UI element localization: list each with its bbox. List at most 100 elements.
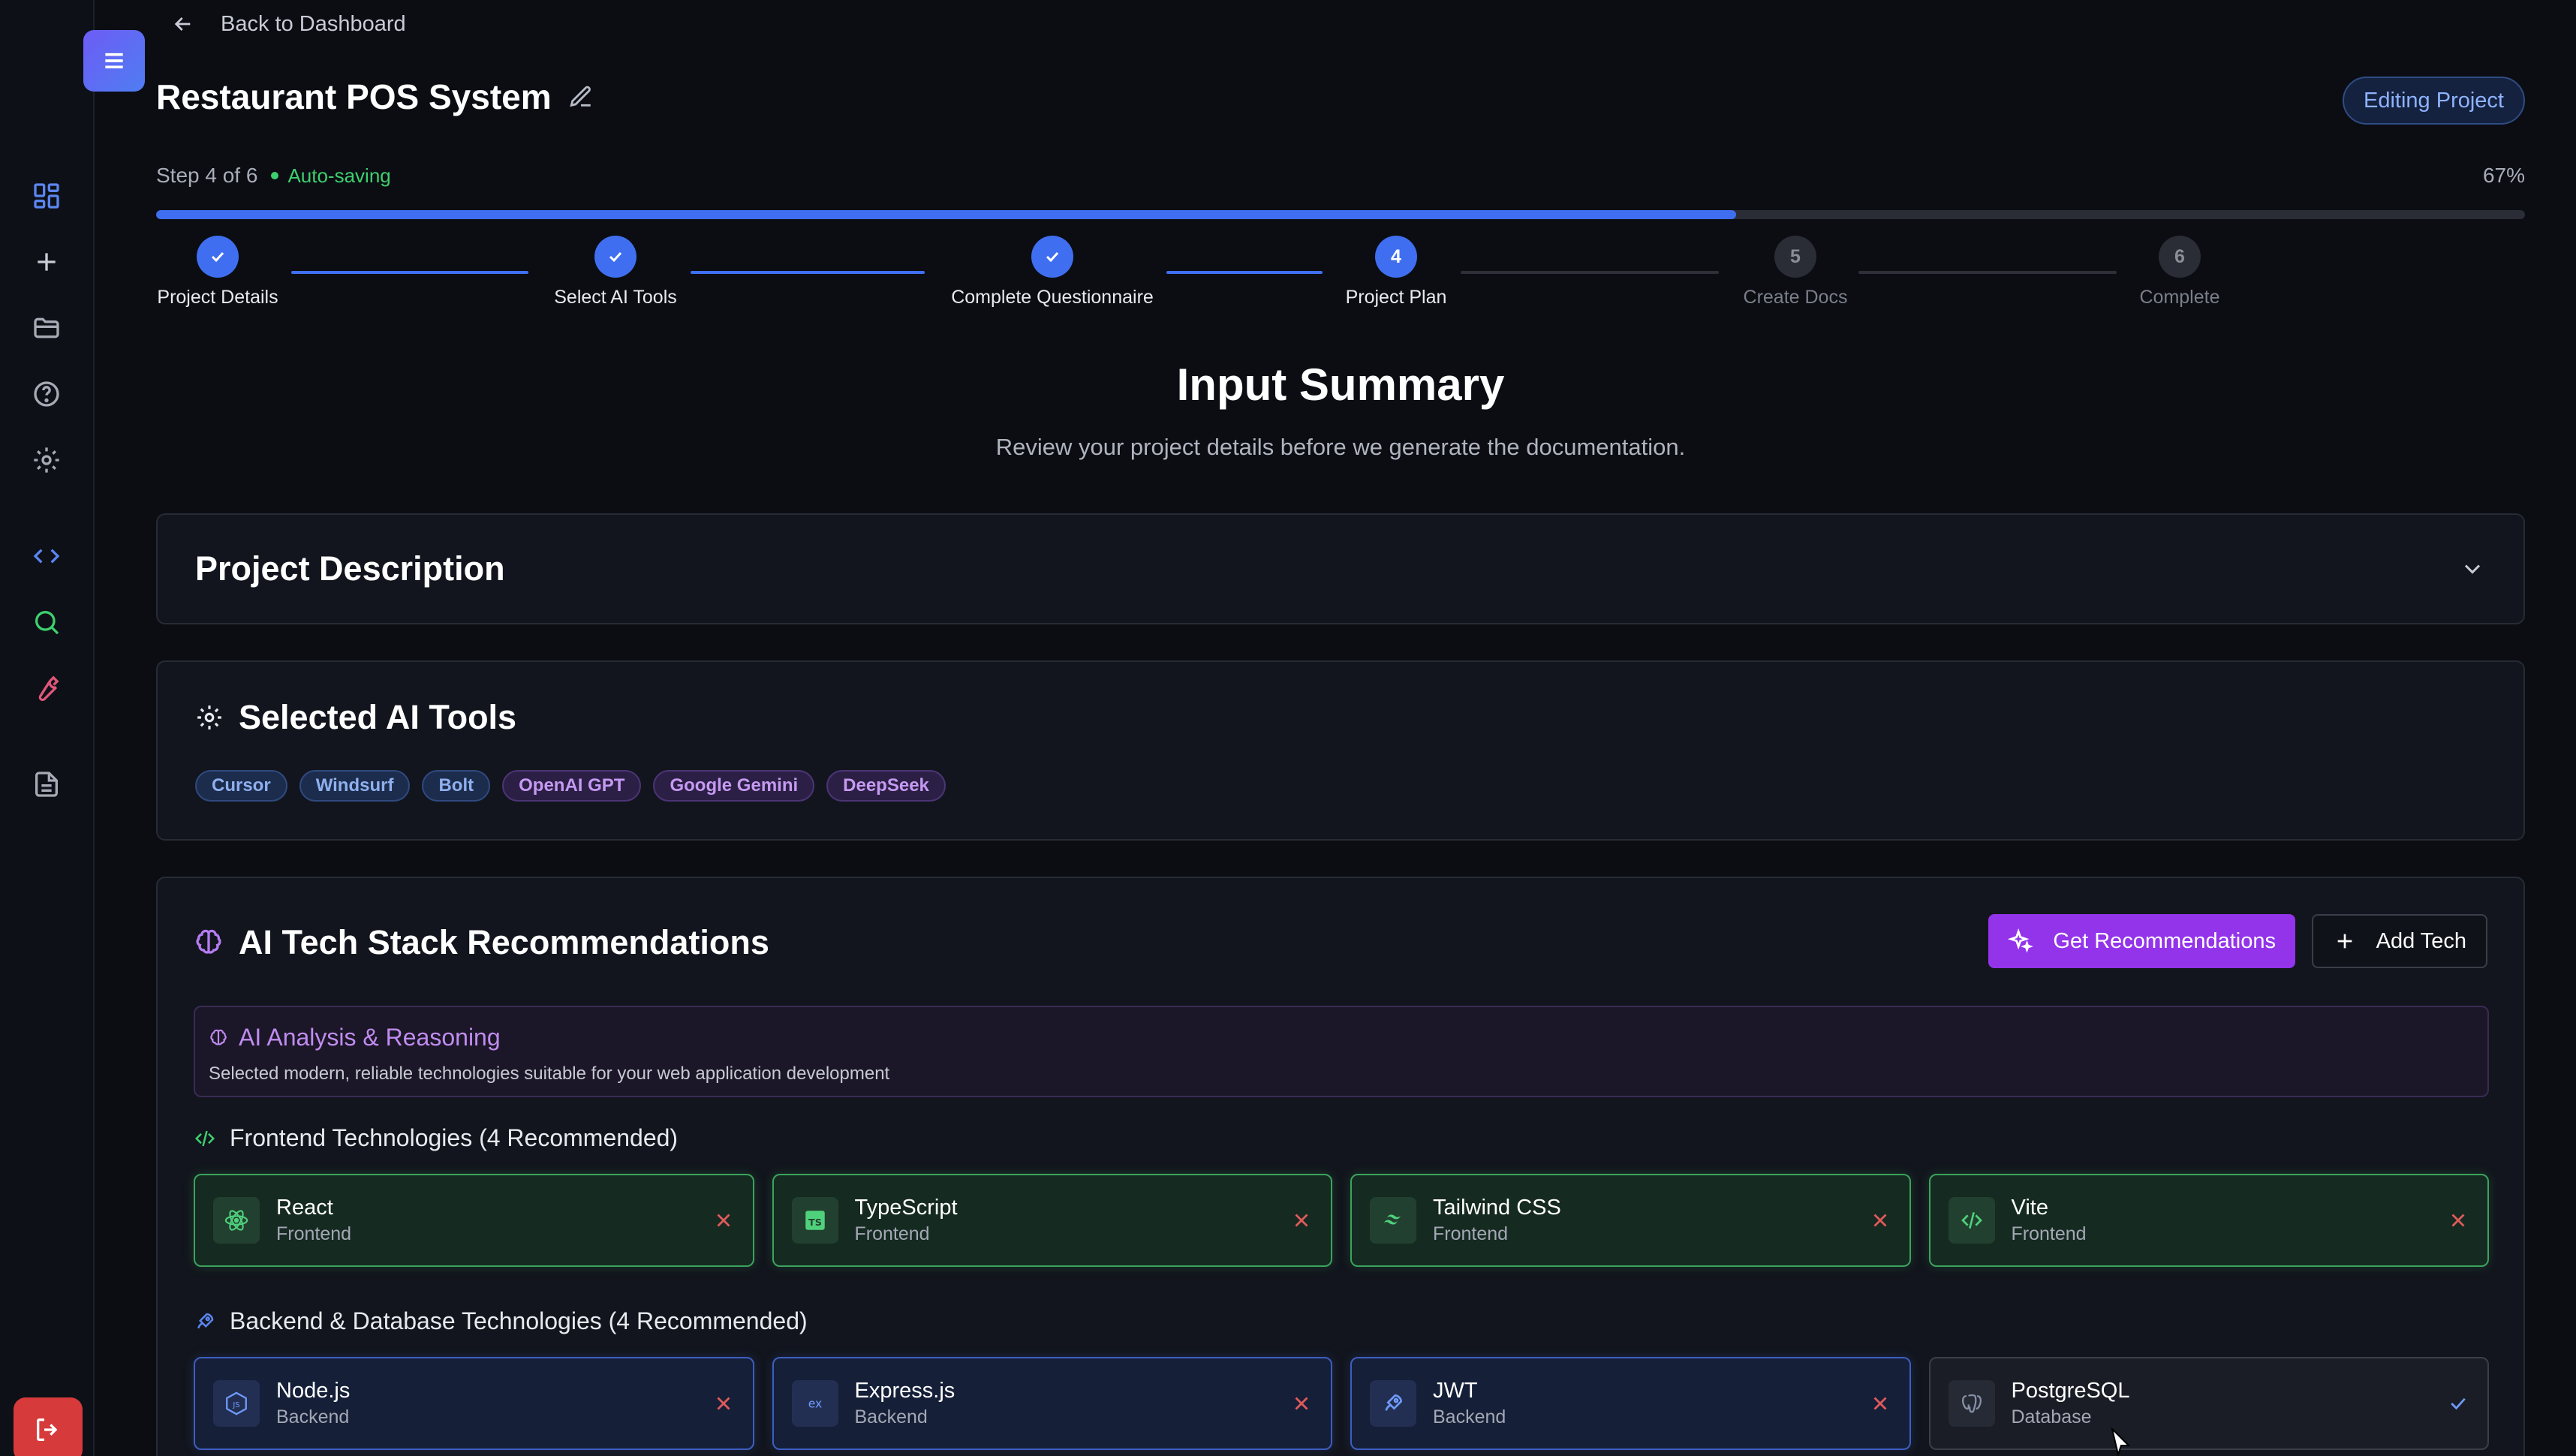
title-row: Restaurant POS System: [156, 77, 594, 117]
step-indicator: 6: [2159, 236, 2201, 278]
svg-text:TS: TS: [808, 1217, 822, 1229]
tech-category: Frontend: [276, 1223, 352, 1244]
rocket-icon: [197, 1313, 214, 1328]
tech-card-jwt[interactable]: JWT Backend: [1350, 1357, 1911, 1450]
step-indicator: [196, 236, 239, 278]
arrow-left-icon: [174, 17, 191, 31]
step-label: Project Details: [157, 287, 278, 308]
sparkles-icon: [2008, 928, 2034, 953]
chevron-down-icon[interactable]: [2459, 555, 2486, 582]
logout-button[interactable]: [14, 1397, 83, 1456]
tech-text: Vite Frontend: [2012, 1196, 2087, 1245]
tech-stack-section: AI Tech Stack Recommendations Get Recomm…: [156, 877, 2525, 1456]
help-icon[interactable]: [29, 376, 65, 412]
tech-name: PostgreSQL: [2011, 1379, 2130, 1403]
close-icon[interactable]: [1290, 1392, 1313, 1415]
plus-icon[interactable]: [29, 244, 65, 280]
step-label: Project Plan: [1345, 287, 1447, 308]
frontend-section-header: Frontend Technologies (4 Recommended): [194, 1124, 678, 1152]
main-content: Back to Dashboard Restaurant POS System …: [156, 0, 2525, 1456]
check-icon[interactable]: [2447, 1392, 2469, 1415]
add-tech-label: Add Tech: [2376, 928, 2466, 953]
tech-name: Tailwind CSS: [1433, 1196, 1561, 1220]
step-counter: Step 4 of 6: [156, 164, 258, 187]
tech-card-typescript[interactable]: TS TypeScript Frontend: [772, 1174, 1332, 1267]
check-icon: [211, 251, 224, 263]
back-to-dashboard-link[interactable]: Back to Dashboard: [171, 8, 406, 41]
tech-category: Backend: [276, 1406, 350, 1427]
ai-tool-tag: OpenAI GPT: [502, 770, 642, 802]
code-icon[interactable]: [29, 538, 65, 574]
progress-bar-fill: [156, 210, 1737, 219]
close-icon[interactable]: [712, 1209, 735, 1232]
search-icon[interactable]: [29, 604, 65, 640]
tech-text: Node.js Backend: [276, 1379, 350, 1428]
step-status-row: Step 4 of 6 Auto-saving 67%: [156, 164, 2525, 188]
logout-icon: [37, 1418, 58, 1441]
svg-text:JS: JS: [232, 1401, 239, 1409]
tech-card-react[interactable]: React Frontend: [194, 1174, 754, 1267]
menu-toggle-button[interactable]: [83, 30, 145, 92]
dashboard-icon[interactable]: [29, 178, 65, 214]
selected-ai-tools-section: Selected AI Tools Cursor Windsurf Bolt Open…: [156, 660, 2525, 841]
tailwind-icon: [1370, 1197, 1416, 1244]
brain-icon: [210, 1029, 227, 1045]
step-connector: [691, 271, 925, 274]
backend-heading: Backend & Database Technologies (4 Recom…: [230, 1307, 808, 1334]
step-1[interactable]: Project Details: [157, 236, 278, 308]
close-icon[interactable]: [1290, 1209, 1313, 1232]
step-connector: [291, 271, 528, 274]
tech-category: Backend: [1433, 1406, 1506, 1427]
step-label: Create Docs: [1743, 287, 1848, 308]
code-icon: [1948, 1197, 1995, 1244]
tech-category: Frontend: [854, 1223, 930, 1244]
folder-icon[interactable]: [29, 310, 65, 346]
step-5[interactable]: 5 Create Docs: [1743, 236, 1848, 308]
step-connector: [1166, 271, 1323, 274]
tech-card-express-js[interactable]: ex Express.js Backend: [772, 1357, 1332, 1450]
step-indicator: 5: [1774, 236, 1816, 278]
tech-name: Vite: [2011, 1196, 2048, 1220]
nodejs-icon: JS: [213, 1380, 260, 1427]
wrench-icon[interactable]: [29, 670, 65, 706]
tech-card-node-js[interactable]: JS Node.js Backend: [194, 1357, 754, 1450]
edit-icon[interactable]: [568, 84, 594, 110]
close-icon[interactable]: [712, 1392, 735, 1415]
backend-section-header: Backend & Database Technologies (4 Recom…: [194, 1307, 808, 1335]
document-icon[interactable]: [29, 766, 65, 802]
tech-text: Express.js Backend: [855, 1379, 955, 1428]
summary-title: Input Summary: [1176, 359, 1505, 410]
settings-icon[interactable]: [29, 442, 65, 478]
step-label: Select AI Tools: [554, 287, 677, 308]
autosave-status: Auto-saving: [287, 164, 391, 187]
page-title: Restaurant POS System: [156, 77, 552, 116]
close-icon[interactable]: [1869, 1392, 1891, 1415]
tech-card-vite[interactable]: Vite Frontend: [1928, 1174, 2489, 1267]
project-description-section[interactable]: Project Description: [156, 513, 2525, 624]
ai-tools-header: Selected AI Tools: [195, 698, 2486, 737]
step-indicator: [594, 236, 636, 278]
postgresql-icon: [1948, 1380, 1995, 1427]
tech-card-postgresql[interactable]: PostgreSQL Database: [1928, 1357, 2489, 1450]
get-recommendations-button[interactable]: Get Recommendations: [1988, 914, 2295, 968]
add-tech-button[interactable]: Add Tech: [2311, 914, 2487, 968]
step-2[interactable]: Select AI Tools: [554, 236, 677, 308]
tech-text: JWT Backend: [1433, 1379, 1506, 1428]
tech-name: Express.js: [854, 1379, 955, 1403]
backend-tech-list: JS Node.js Backend ex Express.js Backend JWT Ba…: [194, 1357, 2489, 1450]
tech-text: Tailwind CSS Frontend: [1433, 1196, 1561, 1245]
tech-category: Backend: [854, 1406, 928, 1427]
tech-stack-header: AI Tech Stack Recommendations: [194, 923, 769, 962]
close-icon[interactable]: [2447, 1209, 2469, 1232]
react-icon: [213, 1197, 260, 1244]
step-4[interactable]: 4 Project Plan: [1345, 236, 1447, 308]
tech-name: React: [276, 1196, 333, 1220]
close-icon[interactable]: [1869, 1209, 1891, 1232]
step-label: Complete: [2139, 287, 2220, 308]
tech-card-tailwind-css[interactable]: Tailwind CSS Frontend: [1350, 1174, 1911, 1267]
project-description-title: Project Description: [195, 549, 505, 588]
step-indicator: 4: [1374, 236, 1417, 278]
step-6[interactable]: 6 Complete: [2140, 236, 2220, 308]
step-3[interactable]: Complete Questionnaire: [951, 236, 1154, 308]
ai-tools-title: Selected AI Tools: [239, 698, 517, 736]
